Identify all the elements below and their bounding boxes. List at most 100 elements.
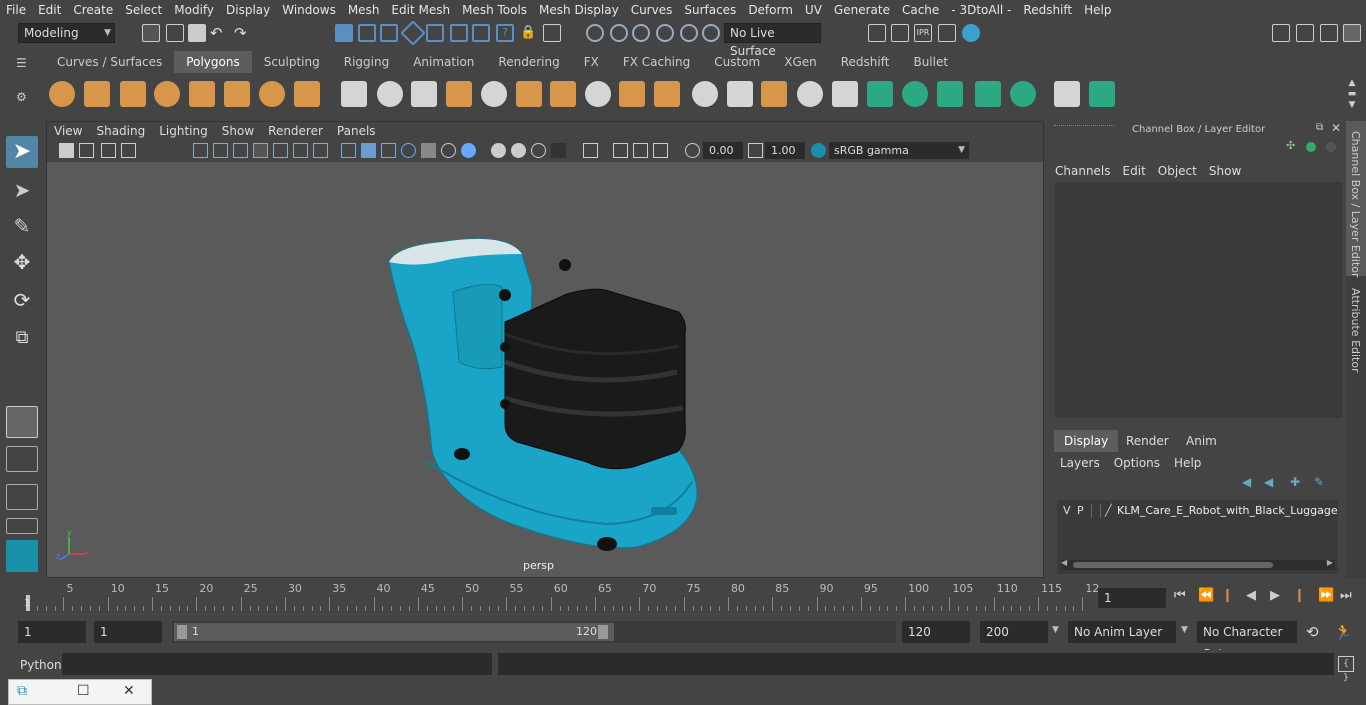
maximize-icon[interactable]: ☐ [77,683,90,699]
layer-tab-anim[interactable]: Anim [1176,430,1227,452]
channel-menu-show[interactable]: Show [1205,162,1249,180]
extract-icon[interactable] [446,81,472,107]
layout-channel-icon[interactable] [1343,24,1361,42]
poly-cube-icon[interactable] [84,81,110,107]
move-layer-down-icon[interactable]: ◀ [1264,475,1278,489]
new-layer-icon[interactable]: ✚ [1290,475,1304,489]
range-slider-end-handle[interactable] [598,625,608,639]
time-slider[interactable]: 5 10 15 20 25 30 35 40 45 50 55 60 65 70 75 80 85 90 95 100… [22,581,1099,611]
char-set-field[interactable]: No Character Set [1197,621,1297,661]
poly-cone-icon[interactable] [154,81,180,107]
render-current-icon[interactable] [891,24,909,42]
shadows-icon[interactable] [461,143,476,158]
mirror-icon[interactable] [727,81,753,107]
menu-mesh-display[interactable]: Mesh Display [533,0,625,20]
shelf-tab-xgen[interactable]: XGen [772,51,829,73]
scroll-left-icon[interactable]: ◀ [1061,558,1067,567]
shelf-tab-sculpting[interactable]: Sculpting [252,51,332,73]
shelf-settings-icon[interactable]: ⚙ [16,90,30,104]
menu-curves[interactable]: Curves [625,0,679,20]
anim-layer-dropdown-icon[interactable]: ▼ [1052,625,1059,635]
shade-wire-icon[interactable] [381,143,396,158]
layer-edit-icon[interactable]: ╱ [1105,504,1112,517]
grid-toggle-icon[interactable] [193,143,208,158]
layout-two-icon[interactable] [6,484,38,510]
app-restore-icon[interactable]: ⧉ [17,683,27,699]
workspace-selector[interactable]: Modeling ▼ [18,23,115,43]
menu-mesh-tools[interactable]: Mesh Tools [456,0,533,20]
new-scene-icon[interactable] [142,24,160,42]
camera-attr-icon[interactable] [79,143,94,158]
render-view-icon[interactable] [868,24,886,42]
append-icon[interactable] [619,81,645,107]
poly-prism-icon[interactable] [259,81,285,107]
shelf-tab-polygons[interactable]: Polygons [174,51,252,73]
go-to-start-icon[interactable]: ⏮ [1174,588,1186,603]
range-slider-bar[interactable] [174,623,614,641]
select-camera-icon[interactable] [543,24,561,42]
menu-redshift[interactable]: Redshift [1017,0,1078,20]
camera-select-icon[interactable] [59,143,74,158]
layer-menu-help[interactable]: Help [1170,454,1211,472]
paint-select-icon[interactable]: ✎ [6,210,38,242]
bevel-icon[interactable] [585,81,611,107]
image-plane-icon[interactable] [121,143,136,158]
script-language-label[interactable]: Python [20,658,62,672]
combine-icon[interactable] [341,81,367,107]
lock-icon[interactable]: 🔒 [520,24,538,42]
script-editor-icon[interactable]: { } [1338,656,1354,683]
close-icon[interactable]: ✕ [123,683,135,699]
exposure-field[interactable]: 0.00 [703,142,743,159]
shelf-tab-bullet[interactable]: Bullet [901,51,960,73]
new-layer-selected-icon[interactable]: ✎ [1314,475,1328,489]
target-weld-icon[interactable] [692,81,718,107]
safe-title-icon[interactable] [313,143,328,158]
layer-scrollbar[interactable]: ◀ ▶ [1061,558,1335,570]
char-set-dropdown-icon[interactable]: ▼ [1181,625,1188,635]
select-hierarchy-icon[interactable] [335,24,353,42]
viewport-panel[interactable]: View Shading Lighting Show Renderer Panels 0.… [46,121,1044,578]
aa-icon[interactable] [531,143,546,158]
poly-torus-icon[interactable] [224,81,250,107]
menu-cache[interactable]: Cache [896,0,945,20]
snap-fill-icon[interactable] [702,24,720,42]
depth-icon[interactable] [551,143,566,158]
ipr-render-icon[interactable]: IPR [914,24,932,42]
shelf-tab-fx[interactable]: FX [572,51,611,73]
layer-row[interactable]: V P ╱ KLM_Care_E_Robot_with_Black_Luggag… [1057,504,1338,520]
fill-hole-icon[interactable] [654,81,680,107]
shelf-scroll-icon[interactable]: ▲ ▬ ▼ [1345,78,1359,112]
multicut-icon[interactable] [550,81,576,107]
rotate-tool-icon[interactable]: ⟳ [6,284,38,316]
snap-view-icon[interactable] [632,24,650,42]
shelf-tab-redshift[interactable]: Redshift [829,51,902,73]
snap-plane-icon[interactable] [680,24,698,42]
field-chart-icon[interactable] [273,143,288,158]
poly-pipe-icon[interactable] [294,81,320,107]
gamma-icon[interactable] [748,143,763,158]
lights-icon[interactable] [441,143,456,158]
save-scene-icon[interactable] [188,24,206,42]
bridge-icon[interactable] [516,81,542,107]
current-frame-field[interactable]: 1 [1098,588,1166,608]
snap-lasso-icon[interactable] [610,24,628,42]
channel-menu-object[interactable]: Object [1154,162,1205,180]
wireframe-icon[interactable] [341,143,356,158]
checker-icon[interactable] [1054,81,1080,107]
poly-sphere-icon[interactable] [49,81,75,107]
scroll-right-icon[interactable]: ▶ [1327,558,1333,567]
snap-icon[interactable] [400,20,426,46]
play-forward-icon[interactable]: ▶ [1270,588,1280,603]
shelf-tab-rigging[interactable]: Rigging [332,51,401,73]
layer-color-swatch[interactable] [1091,504,1101,518]
shelf-tab-fx-caching[interactable]: FX Caching [611,51,702,73]
select-object-icon[interactable] [358,24,376,42]
step-back-key-icon[interactable]: ⏪ [1198,588,1214,603]
bend-icon[interactable] [1010,81,1036,107]
isolate-icon[interactable] [583,143,598,158]
bookmark-icon[interactable] [101,143,116,158]
menu-file[interactable]: File [0,0,32,20]
menu-windows[interactable]: Windows [276,0,342,20]
range-slider[interactable]: 1 120 [172,621,896,643]
anim-start-field[interactable]: 1 [94,621,162,643]
